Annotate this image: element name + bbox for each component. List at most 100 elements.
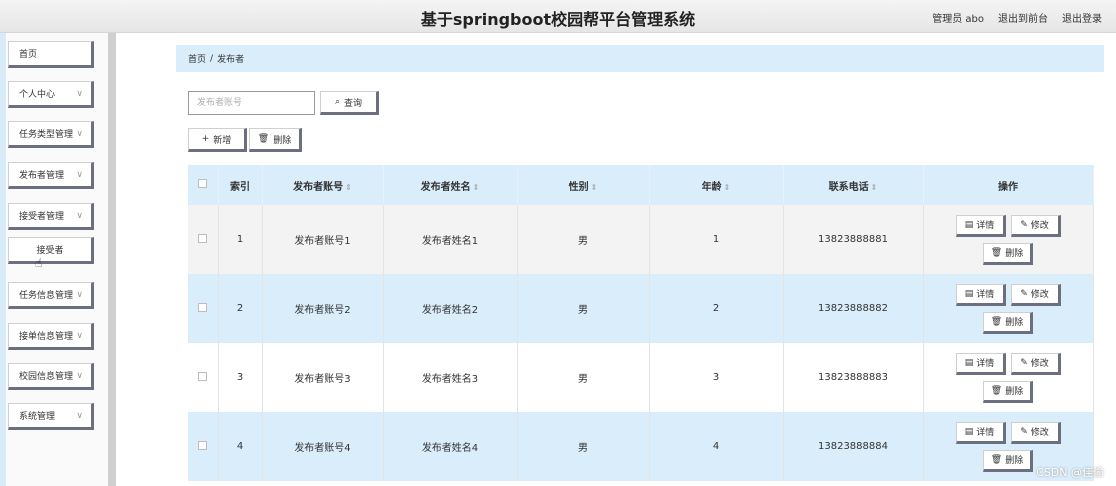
- header-age-label: 年龄: [701, 181, 722, 193]
- row-delete-label: 删除: [1005, 318, 1024, 328]
- cell-name: 发布者姓名1: [383, 205, 518, 274]
- row-delete-button[interactable]: 🗑 删除: [983, 311, 1033, 334]
- table-row: 3 发布者账号3 发布者姓名3 男 3 13823888883 ▤ 详情 ✎ 修改 …: [188, 343, 1094, 412]
- search-input[interactable]: [188, 91, 315, 115]
- plus-icon: +: [201, 134, 210, 144]
- trash-icon: 🗑: [990, 247, 1003, 258]
- row-actions-top: ▤ 详情 ✎ 修改: [955, 283, 1061, 306]
- row-checkbox[interactable]: [198, 371, 208, 381]
- sidebar-scrollbar[interactable]: [108, 33, 116, 486]
- row-actions-top: ▤ 详情 ✎ 修改: [955, 352, 1061, 375]
- trash-icon: 🗑: [257, 134, 270, 144]
- detail-icon: ▤: [964, 426, 974, 437]
- top-links: 管理员 abo 退出到前台 退出登录: [932, 10, 1102, 25]
- table-row: 4 发布者账号4 发布者姓名4 男 4 13823888884 ▤ 详情 ✎ 修改 …: [188, 412, 1094, 481]
- header-index: 索引: [218, 165, 263, 205]
- detail-icon: ▤: [964, 219, 974, 230]
- detail-icon: ▤: [964, 357, 974, 368]
- row-checkbox[interactable]: [198, 302, 208, 312]
- sidebar-item-personal-center[interactable]: 个人中心 ∨: [8, 81, 94, 108]
- row-delete-button[interactable]: 🗑 删除: [983, 380, 1033, 403]
- detail-icon: ▤: [964, 288, 974, 299]
- trash-icon: 🗑: [990, 454, 1003, 465]
- edit-button-label: 修改: [1030, 428, 1049, 438]
- cell-gender: 男: [517, 205, 650, 274]
- cell-account: 发布者账号1: [262, 205, 384, 274]
- search-button-label: 查询: [344, 98, 363, 109]
- table-header-row: 索引 发布者账号 ⇕ 发布者姓名 ⇕ 性别 ⇕ 年龄 ⇕ 联系电话 ⇕ 操作: [188, 165, 1094, 205]
- breadcrumb: 首页 / 发布者: [176, 45, 1104, 72]
- sidebar-item-receiver[interactable]: 接受者管理 ∨: [8, 203, 94, 230]
- add-button-label: 新增: [213, 135, 232, 146]
- sidebar-item-campus-info[interactable]: 校园信息管理 ∨: [8, 363, 94, 390]
- sort-icon: ⇕: [723, 182, 731, 192]
- sidebar-item-label: 接单信息管理: [19, 332, 74, 342]
- trash-icon: 🗑: [990, 385, 1003, 396]
- header-gender[interactable]: 性别 ⇕: [517, 165, 650, 205]
- sidebar: 首页 个人中心 ∨ 任务类型管理 ∨ 发布者管理 ∨ 接受者管理 ∨ 接受者 任…: [0, 33, 108, 486]
- sidebar-item-label: 任务信息管理: [19, 291, 74, 301]
- cell-index: 1: [218, 205, 263, 274]
- row-delete-button[interactable]: 🗑 删除: [983, 449, 1033, 472]
- edit-button[interactable]: ✎ 修改: [1010, 352, 1061, 375]
- detail-button[interactable]: ▤ 详情: [955, 352, 1006, 375]
- row-select-cell: [188, 412, 219, 481]
- back-to-front-link[interactable]: 退出到前台: [998, 10, 1048, 25]
- detail-button[interactable]: ▤ 详情: [955, 421, 1006, 444]
- sidebar-item-task-info[interactable]: 任务信息管理 ∨: [8, 282, 94, 309]
- breadcrumb-home[interactable]: 首页: [188, 52, 206, 65]
- header-gender-label: 性别: [568, 181, 589, 193]
- breadcrumb-current: 发布者: [217, 55, 245, 65]
- cell-name: 发布者姓名3: [383, 343, 518, 412]
- sidebar-item-label: 发布者管理: [19, 171, 65, 181]
- header-age[interactable]: 年龄 ⇕: [649, 165, 784, 205]
- header-name[interactable]: 发布者姓名 ⇕: [383, 165, 518, 205]
- header-account-label: 发布者账号: [293, 181, 344, 193]
- search-button[interactable]: ⌕ 查询: [320, 91, 379, 115]
- cell-name: 发布者姓名4: [383, 412, 518, 481]
- sidebar-subitem-receiver[interactable]: 接受者: [8, 237, 94, 264]
- detail-button-label: 详情: [976, 359, 995, 369]
- top-bar: 基于springboot校园帮平台管理系统 管理员 abo 退出到前台 退出登录: [0, 0, 1116, 33]
- cell-index: 4: [218, 412, 263, 481]
- row-delete-button[interactable]: 🗑 删除: [983, 242, 1033, 265]
- chevron-down-icon: ∨: [76, 330, 83, 341]
- cell-actions: ▤ 详情 ✎ 修改 🗑 删除: [923, 343, 1094, 412]
- sidebar-item-label: 首页: [19, 50, 38, 60]
- edit-button[interactable]: ✎ 修改: [1010, 421, 1061, 444]
- header-phone[interactable]: 联系电话 ⇕: [783, 165, 924, 205]
- row-checkbox[interactable]: [198, 440, 208, 450]
- detail-button[interactable]: ▤ 详情: [955, 214, 1006, 237]
- breadcrumb-separator: /: [210, 53, 214, 64]
- logout-link[interactable]: 退出登录: [1062, 10, 1102, 25]
- select-all-checkbox[interactable]: [198, 179, 208, 188]
- chevron-down-icon: ∨: [76, 210, 83, 221]
- cell-phone: 13823888884: [783, 412, 924, 481]
- select-all-cell: [188, 165, 219, 205]
- edit-button[interactable]: ✎ 修改: [1010, 214, 1061, 237]
- trash-icon: 🗑: [990, 316, 1003, 327]
- sidebar-item-home[interactable]: 首页: [8, 41, 94, 68]
- row-checkbox[interactable]: [198, 233, 208, 243]
- sidebar-item-system[interactable]: 系统管理 ∨: [8, 403, 94, 430]
- header-account[interactable]: 发布者账号 ⇕: [262, 165, 384, 205]
- cell-index: 2: [218, 274, 263, 343]
- chevron-down-icon: ∨: [76, 289, 83, 300]
- sidebar-item-order-info[interactable]: 接单信息管理 ∨: [8, 323, 94, 350]
- sidebar-item-task-type[interactable]: 任务类型管理 ∨: [8, 121, 94, 148]
- chevron-down-icon: ∨: [76, 370, 83, 381]
- sidebar-item-publisher[interactable]: 发布者管理 ∨: [8, 162, 94, 189]
- add-button[interactable]: + 新增: [188, 128, 247, 152]
- header-phone-label: 联系电话: [828, 181, 869, 193]
- delete-button-label: 删除: [273, 135, 292, 146]
- chevron-down-icon: ∨: [76, 169, 83, 180]
- edit-icon: ✎: [1020, 219, 1028, 230]
- search-icon: ⌕: [334, 97, 341, 107]
- sidebar-item-label: 接受者管理: [19, 212, 65, 222]
- edit-button[interactable]: ✎ 修改: [1010, 283, 1061, 306]
- sidebar-item-label: 任务类型管理: [19, 130, 74, 140]
- cell-phone: 13823888881: [783, 205, 924, 274]
- cell-actions: ▤ 详情 ✎ 修改 🗑 删除: [923, 274, 1094, 343]
- detail-button[interactable]: ▤ 详情: [955, 283, 1006, 306]
- delete-button[interactable]: 🗑 删除: [249, 128, 302, 152]
